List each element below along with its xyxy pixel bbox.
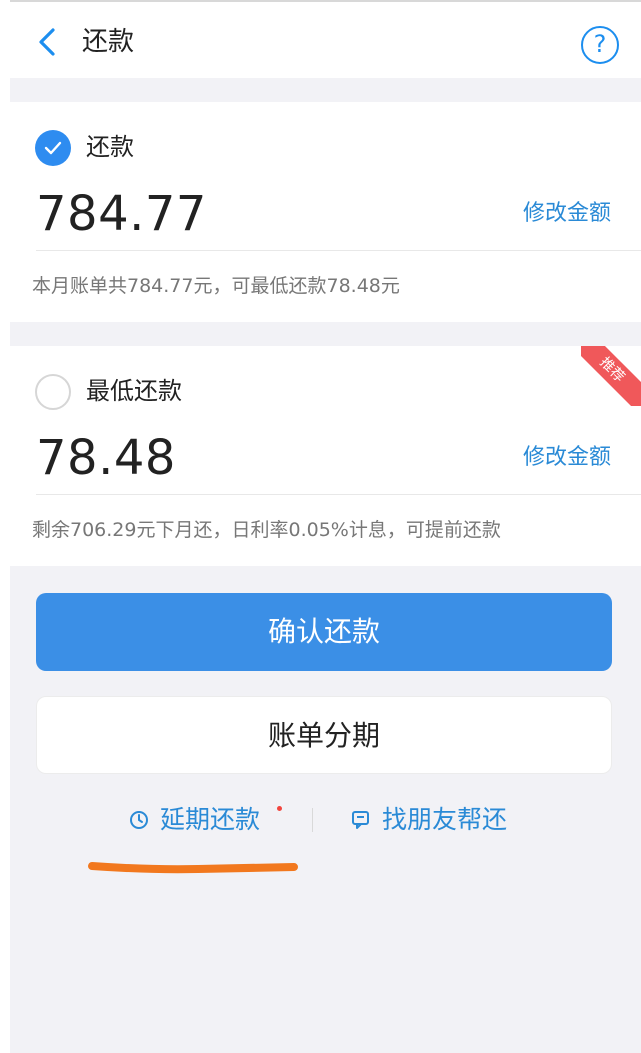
friend-pay-link[interactable]: 找朋友帮还 bbox=[350, 800, 507, 840]
confirm-repayment-button[interactable]: 确认还款 bbox=[36, 593, 612, 671]
min-payment-amount: 78.48 bbox=[36, 430, 176, 486]
full-payment-amount: 784.77 bbox=[36, 186, 207, 242]
full-payment-label: 还款 bbox=[86, 133, 134, 161]
friend-pay-label: 找朋友帮还 bbox=[382, 805, 508, 834]
radio-circle-icon[interactable] bbox=[35, 374, 71, 410]
nav-bar: 还款 ? bbox=[10, 0, 641, 78]
back-button[interactable] bbox=[32, 26, 62, 58]
divider bbox=[312, 808, 313, 832]
highlight-underline bbox=[88, 862, 298, 874]
defer-repayment-label: 延期还款 bbox=[160, 805, 261, 834]
help-button[interactable]: ? bbox=[581, 26, 619, 64]
left-edge bbox=[0, 0, 10, 1053]
check-circle-icon[interactable] bbox=[35, 130, 71, 166]
full-payment-option[interactable]: 还款 784.77 修改金额 本月账单共784.77元，可最低还款78.48元 bbox=[10, 102, 641, 322]
bill-installment-button[interactable]: 账单分期 bbox=[36, 696, 612, 774]
chat-icon bbox=[352, 811, 369, 829]
page-title: 还款 bbox=[82, 27, 135, 57]
full-payment-note: 本月账单共784.77元，可最低还款78.48元 bbox=[32, 275, 400, 297]
min-payment-label: 最低还款 bbox=[86, 377, 182, 405]
recommend-badge: 推荐 bbox=[581, 346, 641, 406]
divider bbox=[36, 494, 641, 495]
min-payment-option[interactable]: 推荐 最低还款 78.48 修改金额 剩余706.29元下月还，日利率0.05%… bbox=[10, 346, 641, 566]
defer-repayment-link[interactable]: 延期还款 bbox=[128, 800, 260, 840]
clock-icon bbox=[130, 811, 148, 829]
chevron-left-icon bbox=[39, 28, 55, 56]
min-payment-note: 剩余706.29元下月还，日利率0.05%计息，可提前还款 bbox=[32, 519, 501, 541]
recommend-badge-label: 推荐 bbox=[581, 346, 641, 406]
edit-full-amount-link[interactable]: 修改金额 bbox=[523, 198, 611, 230]
notification-dot bbox=[277, 806, 282, 811]
repayment-page: 还款 ? 还款 784.77 修改金额 本月账单共784.77元，可最低还款78… bbox=[0, 0, 641, 1053]
edit-min-amount-link[interactable]: 修改金额 bbox=[523, 442, 611, 474]
divider bbox=[36, 250, 641, 251]
